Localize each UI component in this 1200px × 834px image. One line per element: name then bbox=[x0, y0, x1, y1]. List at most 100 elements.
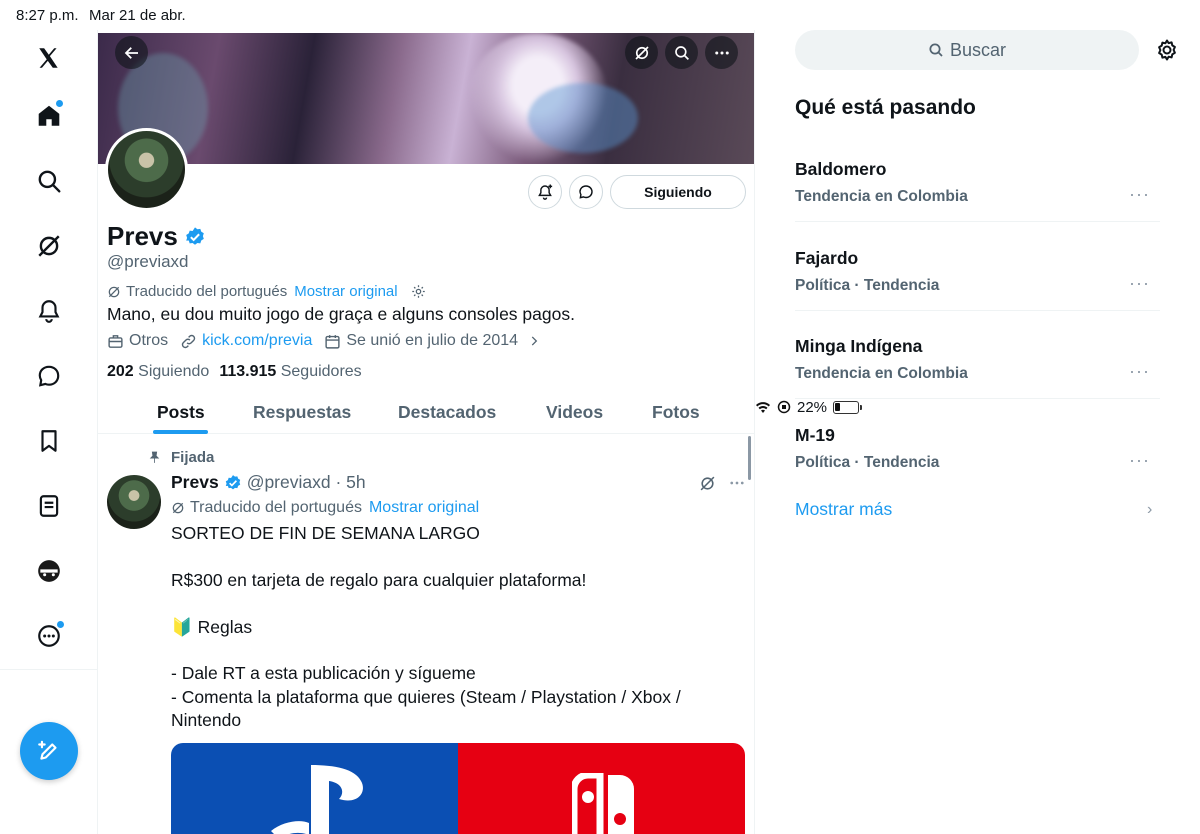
meta-link[interactable]: kick.com/previa bbox=[180, 332, 312, 350]
post-body: SORTEO DE FIN DE SEMANA LARGO R$300 en t… bbox=[171, 522, 731, 733]
more-horizontal-icon bbox=[714, 51, 729, 54]
back-button[interactable] bbox=[115, 36, 148, 69]
post-actions-top bbox=[699, 474, 746, 492]
profile-avatar[interactable] bbox=[105, 128, 188, 211]
nintendo-switch-logo-icon bbox=[572, 773, 634, 834]
trend-context: Tendencia en Colombia bbox=[795, 365, 968, 382]
post-avatar[interactable] bbox=[107, 475, 161, 529]
message-icon bbox=[579, 185, 593, 199]
post-show-original-link[interactable]: Mostrar original bbox=[369, 499, 479, 517]
settings-small-icon[interactable] bbox=[411, 284, 426, 299]
back-arrow-icon bbox=[124, 46, 138, 59]
post-line bbox=[171, 592, 731, 615]
tab-posts[interactable]: Posts bbox=[157, 402, 205, 423]
trend-more-icon[interactable]: ··· bbox=[1129, 184, 1150, 205]
lists-icon[interactable] bbox=[26, 483, 72, 529]
followers-count[interactable]: 113.915 Seguidores bbox=[219, 363, 361, 381]
settings-button[interactable] bbox=[1155, 38, 1179, 67]
post-handle-time: @previaxd · 5h bbox=[246, 472, 366, 492]
compose-button[interactable] bbox=[20, 722, 78, 780]
tab-replies[interactable]: Respuestas bbox=[253, 402, 351, 423]
search-profile-button[interactable] bbox=[665, 36, 698, 69]
trend-name: M-19 bbox=[795, 425, 835, 445]
status-bar: 8:27 p.m. Mar 21 de abr. 22% bbox=[0, 0, 1200, 416]
following-count-label: Siguiendo bbox=[138, 363, 210, 380]
trend-context: Política · Tendencia bbox=[795, 454, 940, 471]
pinned-label-text: Fijada bbox=[171, 449, 215, 466]
profile-icon[interactable] bbox=[26, 548, 72, 594]
briefcase-icon bbox=[108, 334, 123, 348]
meta-joined[interactable]: Se unió en julio de 2014 bbox=[324, 332, 541, 350]
search-input[interactable]: Buscar bbox=[795, 30, 1139, 70]
meta-category: Otros bbox=[107, 332, 168, 350]
messages-icon[interactable] bbox=[26, 353, 72, 399]
profile-name-text: Prevs bbox=[107, 221, 178, 251]
profile-name: Prevs bbox=[107, 221, 206, 252]
profile-tabs: Posts Respuestas Destacados Videos Fotos bbox=[98, 392, 754, 434]
post-translation-note: Traducido del portugués Mostrar original bbox=[171, 499, 479, 517]
chevron-right-icon[interactable]: › bbox=[1147, 501, 1152, 519]
trend-item[interactable]: M-19 Política · Tendencia ··· bbox=[795, 400, 1160, 488]
playstation-logo-icon bbox=[271, 765, 363, 834]
verified-badge-icon bbox=[225, 474, 240, 489]
right-sidebar: Buscar Qué está pasando Baldomero Tenden… bbox=[755, 30, 1200, 834]
translated-label: Traducido del portugués bbox=[126, 283, 288, 300]
notify-button[interactable] bbox=[528, 175, 562, 209]
more-options-button[interactable] bbox=[705, 36, 738, 69]
more-horizontal-icon[interactable] bbox=[728, 474, 746, 492]
trend-item[interactable]: Minga Indígena Tendencia en Colombia ··· bbox=[795, 311, 1160, 399]
more-icon[interactable] bbox=[26, 613, 72, 659]
following-button[interactable]: Siguiendo bbox=[610, 175, 746, 209]
grok-icon[interactable] bbox=[699, 475, 716, 492]
trend-more-icon[interactable]: ··· bbox=[1129, 361, 1150, 382]
followers-count-number: 113.915 bbox=[219, 363, 277, 380]
status-time: 8:27 p.m. bbox=[16, 7, 79, 24]
post-media-image[interactable] bbox=[171, 743, 745, 834]
trend-item[interactable]: Baldomero Tendencia en Colombia ··· bbox=[795, 134, 1160, 222]
trend-more-icon[interactable]: ··· bbox=[1129, 450, 1150, 471]
show-original-link[interactable]: Mostrar original bbox=[294, 283, 397, 300]
grok-icon[interactable] bbox=[26, 223, 72, 269]
grok-banner-button[interactable] bbox=[625, 36, 658, 69]
left-nav bbox=[0, 30, 98, 834]
search-placeholder: Buscar bbox=[949, 39, 1007, 60]
translate-icon bbox=[108, 286, 120, 297]
search-icon[interactable] bbox=[26, 158, 72, 204]
bell-plus-icon bbox=[538, 184, 553, 200]
trends-title: Qué está pasando bbox=[795, 96, 976, 119]
post-line: 🔰 Reglas bbox=[171, 616, 253, 637]
nav-divider bbox=[0, 669, 98, 670]
trend-name: Fajardo bbox=[795, 248, 859, 268]
bookmarks-icon[interactable] bbox=[26, 418, 72, 464]
bio-translation-note: Traducido del portugués Mostrar original bbox=[107, 283, 426, 300]
message-button[interactable] bbox=[569, 175, 603, 209]
home-notification-dot bbox=[56, 100, 63, 107]
search-icon bbox=[929, 43, 943, 57]
trend-name: Minga Indígena bbox=[795, 336, 923, 356]
notifications-icon[interactable] bbox=[26, 288, 72, 334]
trend-name: Baldomero bbox=[795, 159, 887, 179]
joined-text: Se unió en julio de 2014 bbox=[346, 332, 519, 349]
scrollbar[interactable] bbox=[748, 436, 751, 480]
x-logo-icon[interactable] bbox=[26, 35, 72, 81]
link-icon bbox=[181, 334, 196, 348]
verified-badge-icon bbox=[186, 226, 204, 245]
translate-icon bbox=[172, 502, 184, 514]
search-icon bbox=[674, 45, 689, 60]
profile-column: Siguiendo Prevs @previaxd Traducido del … bbox=[98, 30, 755, 834]
nintendo-switch-logo-panel bbox=[458, 743, 745, 834]
post-line bbox=[171, 545, 731, 568]
trend-more-icon[interactable]: ··· bbox=[1129, 273, 1150, 294]
grok-icon bbox=[634, 45, 649, 60]
tab-photos[interactable]: Fotos bbox=[652, 402, 700, 423]
post-author[interactable]: Prevs bbox=[171, 472, 219, 493]
following-count[interactable]: 202 Siguiendo bbox=[107, 363, 209, 381]
show-more-link[interactable]: Mostrar más bbox=[795, 499, 892, 520]
trend-item[interactable]: Fajardo Política · Tendencia ··· bbox=[795, 223, 1160, 311]
home-icon[interactable] bbox=[26, 93, 72, 139]
post-line: SORTEO DE FIN DE SEMANA LARGO bbox=[171, 523, 480, 543]
profile-link[interactable]: kick.com/previa bbox=[202, 332, 312, 350]
tab-highlights[interactable]: Destacados bbox=[398, 402, 496, 423]
tab-videos[interactable]: Videos bbox=[546, 402, 603, 423]
trend-context: Política · Tendencia bbox=[795, 277, 940, 294]
